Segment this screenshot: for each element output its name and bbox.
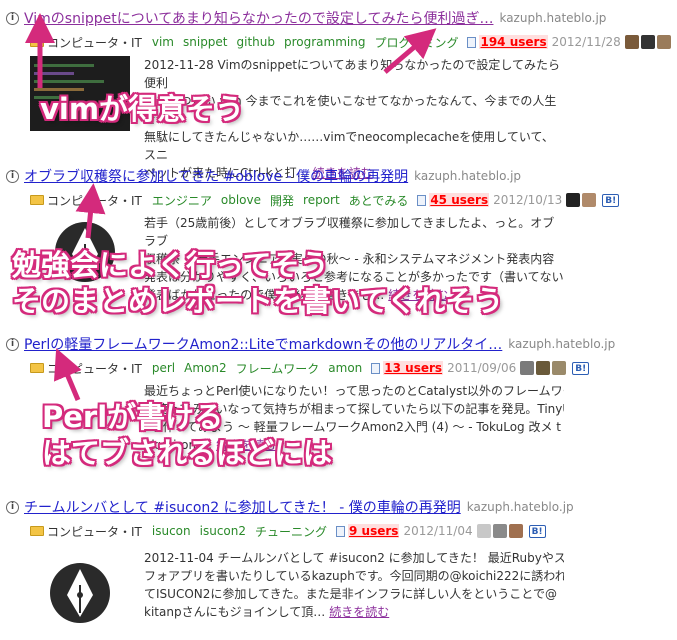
entry-tag[interactable]: amon — [328, 361, 362, 375]
fountain-pen-logo-icon — [50, 563, 110, 623]
entry-tag[interactable]: チューニング — [255, 523, 327, 540]
excerpt-line: 最近ちょっとPerl使いになりたい！って思ったのとCatalyst以外のフレーム… — [144, 384, 564, 398]
entry-tag[interactable]: Amon2 — [184, 361, 226, 375]
callout-study-2: そのまとめレポートを書いてくれそう — [12, 284, 504, 318]
callout-perl-1: Perlが書ける — [42, 400, 224, 434]
entry-tag[interactable]: あとでみる — [349, 192, 409, 209]
information-icon[interactable]: i — [6, 500, 19, 514]
excerpt-line: 無駄にしてきたんじゃないか……vimでneocomplecacheを使用していて… — [144, 130, 554, 162]
avatar[interactable] — [640, 35, 655, 49]
avatar[interactable] — [492, 524, 507, 538]
avatar[interactable] — [582, 193, 597, 207]
callout-perl-2: はてブされるほどには — [42, 436, 333, 470]
entry-tag[interactable]: エンジニア — [152, 192, 212, 209]
entry-tag[interactable]: oblove — [221, 193, 261, 207]
entry-date: 2012/11/28 — [551, 35, 621, 49]
avatar[interactable] — [508, 524, 523, 538]
entry-title-link[interactable]: Vimのsnippetについてあまり知らなかったので設定してみたら便利過ぎ… — [24, 8, 493, 28]
hatena-bookmark-button-icon[interactable]: B! — [572, 361, 590, 375]
avatar[interactable] — [536, 361, 551, 375]
entry-title-row: i Vimのsnippetについてあまり知らなかったので設定してみたら便利過ぎ…… — [6, 8, 606, 28]
entry-title-row: i オブラブ収穫祭に参加してきた #oblove - 僕の車輪の再発明 kazu… — [6, 166, 521, 186]
excerpt-line: 若手（25歳前後）としてオブラブ収穫祭に参加してきましたよ、っと。オブラブ — [144, 216, 555, 248]
entry-tag[interactable]: snippet — [183, 35, 228, 49]
entry-domain[interactable]: kazuph.hateblo.jp — [467, 500, 574, 514]
folder-icon — [30, 526, 44, 536]
page-icon — [417, 194, 427, 206]
entry-domain[interactable]: kazuph.hateblo.jp — [414, 169, 521, 183]
folder-icon — [30, 195, 44, 205]
entry-category[interactable]: コンピュータ・IT — [47, 34, 142, 51]
hatena-bookmark-button-icon[interactable]: B! — [528, 524, 546, 538]
information-icon[interactable]: i — [6, 169, 19, 183]
excerpt-line: てISUCON2に参加してきた。また是非インフラに詳しい人をということで@ — [144, 587, 557, 601]
entry-isucon2: i チームルンバとして #isucon2 に参加してきた！ - 僕の車輪の再発明… — [0, 497, 677, 637]
folder-icon — [30, 37, 44, 47]
entry-category[interactable]: コンピュータ・IT — [47, 192, 142, 209]
entry-tags-row: コンピュータ・IT vim snippet github programming… — [30, 33, 677, 51]
entry-thumbnail[interactable] — [30, 549, 130, 634]
entry-domain[interactable]: kazuph.hateblo.jp — [499, 11, 606, 25]
bookmark-users-count[interactable]: 9 users — [348, 524, 400, 538]
callout-vim: vimが得意そう — [40, 92, 245, 126]
entry-tag[interactable]: perl — [152, 361, 175, 375]
entry-tags-row: コンピュータ・IT perl Amon2 フレームワーク amon 13 use… — [30, 359, 590, 377]
avatar[interactable] — [552, 361, 567, 375]
entry-category[interactable]: コンピュータ・IT — [47, 523, 142, 540]
entry-tag[interactable]: vim — [152, 35, 174, 49]
avatar[interactable] — [566, 193, 581, 207]
hatena-bookmark-button-icon[interactable]: B! — [602, 193, 620, 207]
information-icon[interactable]: i — [6, 11, 19, 25]
entry-date: 2012/10/13 — [493, 193, 563, 207]
entry-tag[interactable]: isucon — [152, 524, 191, 538]
entry-title-link[interactable]: チームルンバとして #isucon2 に参加してきた！ - 僕の車輪の再発明 — [24, 497, 461, 517]
entry-tag[interactable]: programming — [284, 35, 365, 49]
bookmark-users-count[interactable]: 13 users — [383, 361, 444, 375]
entry-title-link[interactable]: Perlの軽量フレームワークAmon2::Liteでmarkdownその他のリア… — [24, 334, 502, 354]
entry-category[interactable]: コンピュータ・IT — [47, 360, 142, 377]
avatar[interactable] — [476, 524, 491, 538]
excerpt-line: kitanpさんにもジョインして頂… 続きを読む — [144, 603, 564, 621]
folder-icon — [30, 363, 44, 373]
entry-tags-row: コンピュータ・IT エンジニア oblove 開発 report あとでみる 4… — [30, 191, 620, 209]
entry-tag[interactable]: プログラミング — [374, 34, 458, 51]
entry-date: 2012/11/04 — [403, 524, 473, 538]
read-more-link[interactable]: 続きを読む — [329, 605, 389, 619]
entry-excerpt: 2012-11-04 チームルンバとして #isucon2 に参加してきた！ 最… — [144, 549, 564, 621]
bookmark-users-count[interactable]: 45 users — [429, 193, 490, 207]
entry-tag[interactable]: report — [303, 193, 340, 207]
excerpt-line: フォアプリを書いたりしているkazuphです。今回同期の@koichi222に誘… — [144, 569, 564, 583]
information-icon[interactable]: i — [6, 337, 19, 351]
entry-tag[interactable]: 開発 — [270, 192, 294, 209]
entry-domain[interactable]: kazuph.hateblo.jp — [508, 337, 615, 351]
entry-tag[interactable]: フレームワーク — [236, 360, 320, 377]
avatar[interactable] — [520, 361, 535, 375]
page-icon — [336, 525, 346, 537]
entry-title-link[interactable]: オブラブ収穫祭に参加してきた #oblove - 僕の車輪の再発明 — [24, 166, 408, 186]
bookmark-users-count[interactable]: 194 users — [479, 35, 548, 49]
entry-title-row: i チームルンバとして #isucon2 に参加してきた！ - 僕の車輪の再発明… — [6, 497, 574, 517]
excerpt-line: 2012-11-04 チームルンバとして #isucon2 に参加してきた！ 最… — [144, 551, 564, 565]
entry-tag[interactable]: github — [237, 35, 275, 49]
avatar[interactable] — [624, 35, 639, 49]
excerpt-line: 2012-11-28 Vimのsnippetについてあまり知らなかったので設定し… — [144, 58, 560, 90]
page-icon — [371, 362, 381, 374]
excerpt-text: kitanpさんにもジョインして頂… — [144, 605, 326, 619]
entry-title-row: i Perlの軽量フレームワークAmon2::Liteでmarkdownその他の… — [6, 334, 615, 354]
entry-tags-row: コンピュータ・IT isucon isucon2 チューニング 9 users … — [30, 522, 546, 540]
callout-study-1: 勉強会によく行ってそう — [12, 248, 329, 282]
entry-tag[interactable]: isucon2 — [200, 524, 246, 538]
page-icon — [467, 36, 477, 48]
entry-date: 2011/09/06 — [447, 361, 517, 375]
avatar[interactable] — [656, 35, 671, 49]
